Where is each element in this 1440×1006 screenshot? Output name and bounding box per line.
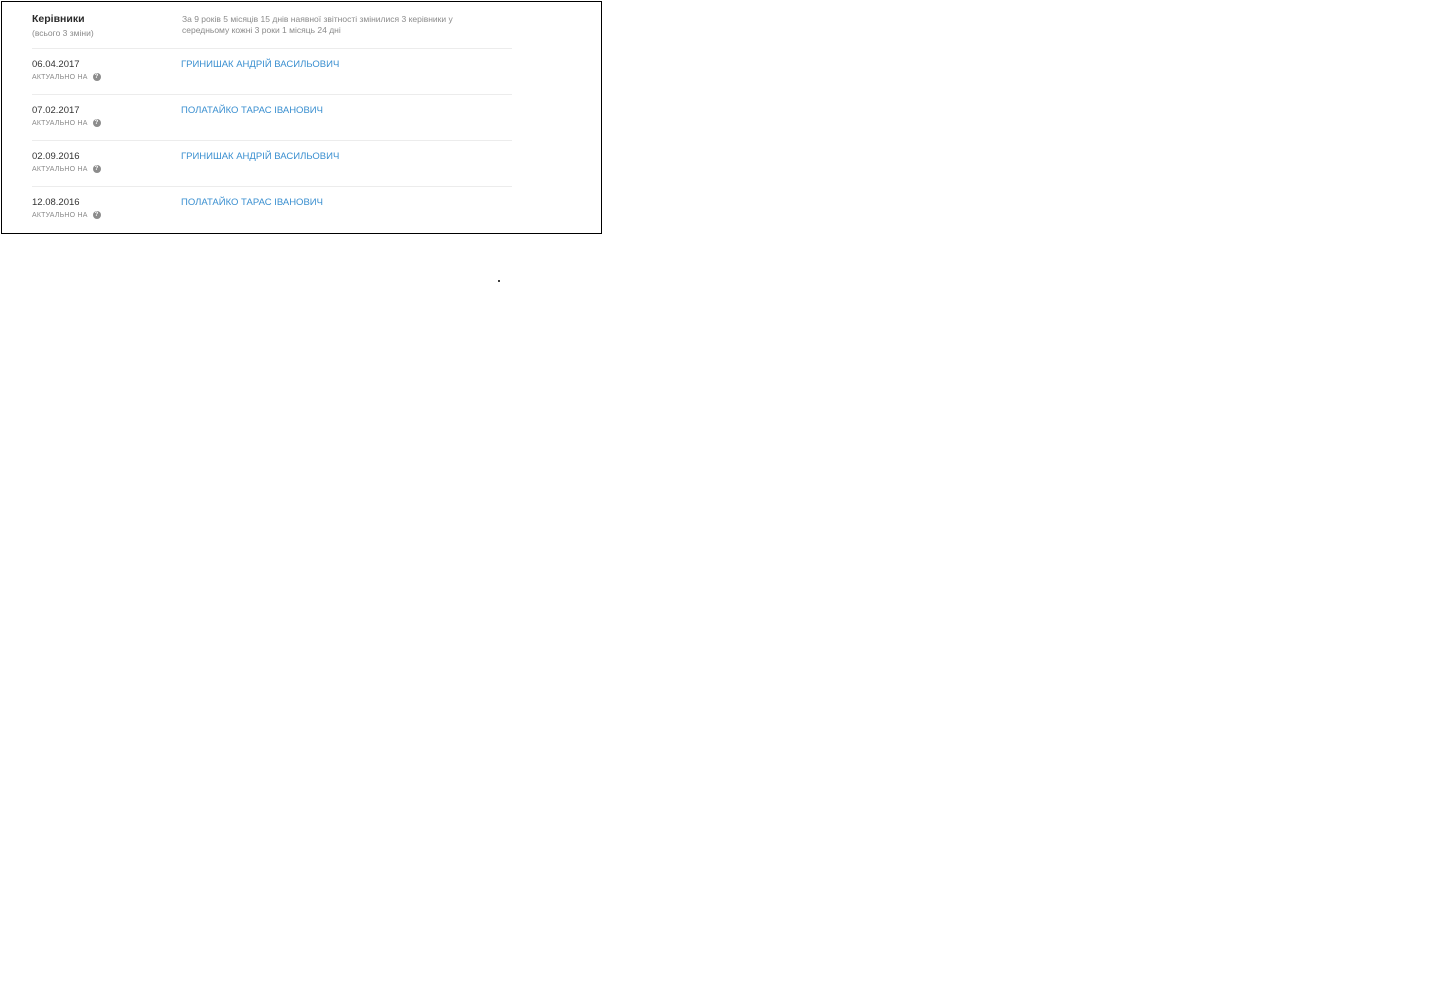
section-subtitle: (всього 3 зміни) (32, 28, 94, 38)
director-name-link[interactable]: ПОЛАТАЙКО ТАРАС ІВАНОВИЧ (181, 197, 323, 208)
table-row: 07.02.2017 АКТУАЛЬНО НА ? ПОЛАТАЙКО ТАРА… (32, 94, 512, 139)
directors-header: Керівники (всього 3 зміни) За 9 років 5 … (32, 13, 512, 49)
actual-label-text: АКТУАЛЬНО НА (32, 211, 88, 219)
row-date: 02.09.2016 (32, 151, 80, 162)
table-row: 02.09.2016 АКТУАЛЬНО НА ? ГРИНИШАК АНДРІ… (32, 140, 512, 185)
actual-label: АКТУАЛЬНО НА ? (32, 211, 101, 219)
table-row: 12.08.2016 АКТУАЛЬНО НА ? ПОЛАТАЙКО ТАРА… (32, 186, 512, 231)
row-date: 07.02.2017 (32, 105, 80, 116)
table-row: 06.04.2017 АКТУАЛЬНО НА ? ГРИНИШАК АНДРІ… (32, 48, 512, 93)
actual-label: АКТУАЛЬНО НА ? (32, 165, 101, 173)
section-title: Керівники (32, 13, 85, 25)
question-circle-icon[interactable]: ? (92, 165, 101, 173)
stray-dot (498, 280, 500, 282)
actual-label: АКТУАЛЬНО НА ? (32, 119, 101, 127)
director-name-link[interactable]: ГРИНИШАК АНДРІЙ ВАСИЛЬОВИЧ (181, 151, 339, 162)
question-circle-icon[interactable]: ? (92, 211, 101, 219)
actual-label: АКТУАЛЬНО НА ? (32, 73, 101, 81)
directors-panel: Керівники (всього 3 зміни) За 9 років 5 … (1, 1, 602, 234)
row-date: 06.04.2017 (32, 59, 80, 70)
actual-label-text: АКТУАЛЬНО НА (32, 73, 88, 81)
question-circle-icon[interactable]: ? (92, 119, 101, 127)
director-name-link[interactable]: ГРИНИШАК АНДРІЙ ВАСИЛЬОВИЧ (181, 59, 339, 70)
question-circle-icon[interactable]: ? (92, 73, 101, 81)
section-summary: За 9 років 5 місяців 15 днів наявної зві… (182, 14, 453, 35)
director-name-link[interactable]: ПОЛАТАЙКО ТАРАС ІВАНОВИЧ (181, 105, 323, 116)
actual-label-text: АКТУАЛЬНО НА (32, 165, 88, 173)
actual-label-text: АКТУАЛЬНО НА (32, 119, 88, 127)
row-date: 12.08.2016 (32, 197, 80, 208)
